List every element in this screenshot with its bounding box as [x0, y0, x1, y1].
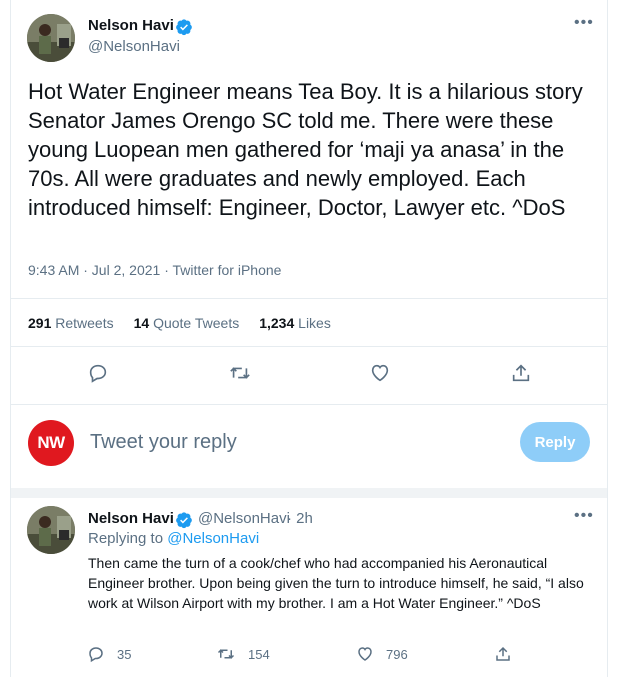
- share-icon[interactable]: [510, 362, 532, 384]
- section-divider: [11, 488, 607, 498]
- reply-author-handle[interactable]: @NelsonHavi: [198, 510, 290, 527]
- like-icon: [358, 647, 372, 661]
- share-icon: [496, 646, 510, 661]
- tweet-actions: [0, 362, 618, 388]
- retweet-icon: [217, 649, 235, 659]
- like-icon[interactable]: [369, 362, 391, 384]
- reply-count: 35: [117, 646, 132, 662]
- reply-icon[interactable]: [87, 362, 109, 384]
- quote-tweets-stat[interactable]: 14 Quote Tweets: [134, 315, 240, 331]
- retweet-count: 154: [248, 646, 270, 662]
- like-count: 796: [386, 646, 408, 662]
- reply-time[interactable]: · 2h: [287, 510, 313, 527]
- likes-stat[interactable]: 1,234 Likes: [259, 315, 331, 331]
- retweet-action[interactable]: 154: [216, 645, 270, 663]
- divider: [11, 346, 607, 347]
- reply-tweet-actions: 35 154 796: [0, 645, 618, 665]
- more-icon[interactable]: •••: [574, 507, 594, 525]
- reply-author-name[interactable]: Nelson Havi: [88, 510, 174, 527]
- verified-badge-icon: [176, 512, 192, 529]
- current-user-avatar[interactable]: NW: [28, 420, 74, 466]
- more-icon[interactable]: •••: [574, 14, 594, 32]
- tweet-stats: 291 Retweets 14 Quote Tweets 1,234 Likes: [28, 315, 331, 331]
- share-action[interactable]: [494, 645, 512, 663]
- reply-composer: NW Tweet your reply Reply: [28, 420, 598, 470]
- author-handle[interactable]: @NelsonHavi: [88, 38, 180, 55]
- reply-action[interactable]: 35: [87, 645, 131, 663]
- divider: [11, 404, 607, 405]
- reply-icon: [89, 647, 103, 663]
- verified-badge-icon: [176, 19, 192, 36]
- replying-to: Replying to @NelsonHavi: [88, 530, 260, 547]
- retweets-stat[interactable]: 291 Retweets: [28, 315, 114, 331]
- author-name[interactable]: Nelson Havi: [88, 17, 174, 34]
- reply-button[interactable]: Reply: [520, 422, 590, 462]
- reply-author-avatar[interactable]: [27, 506, 75, 554]
- tweet-text: Hot Water Engineer means Tea Boy. It is …: [28, 79, 583, 220]
- reply-input[interactable]: Tweet your reply: [90, 431, 237, 454]
- like-action[interactable]: 796: [356, 645, 408, 663]
- retweet-icon[interactable]: [228, 362, 252, 384]
- reply-tweet-text: Then came the turn of a cook/chef who ha…: [88, 555, 584, 611]
- author-avatar[interactable]: [27, 14, 75, 62]
- tweet-meta[interactable]: 9:43 AM · Jul 2, 2021 · Twitter for iPho…: [28, 262, 281, 278]
- divider: [11, 298, 607, 299]
- replying-to-handle[interactable]: @NelsonHavi: [167, 530, 259, 547]
